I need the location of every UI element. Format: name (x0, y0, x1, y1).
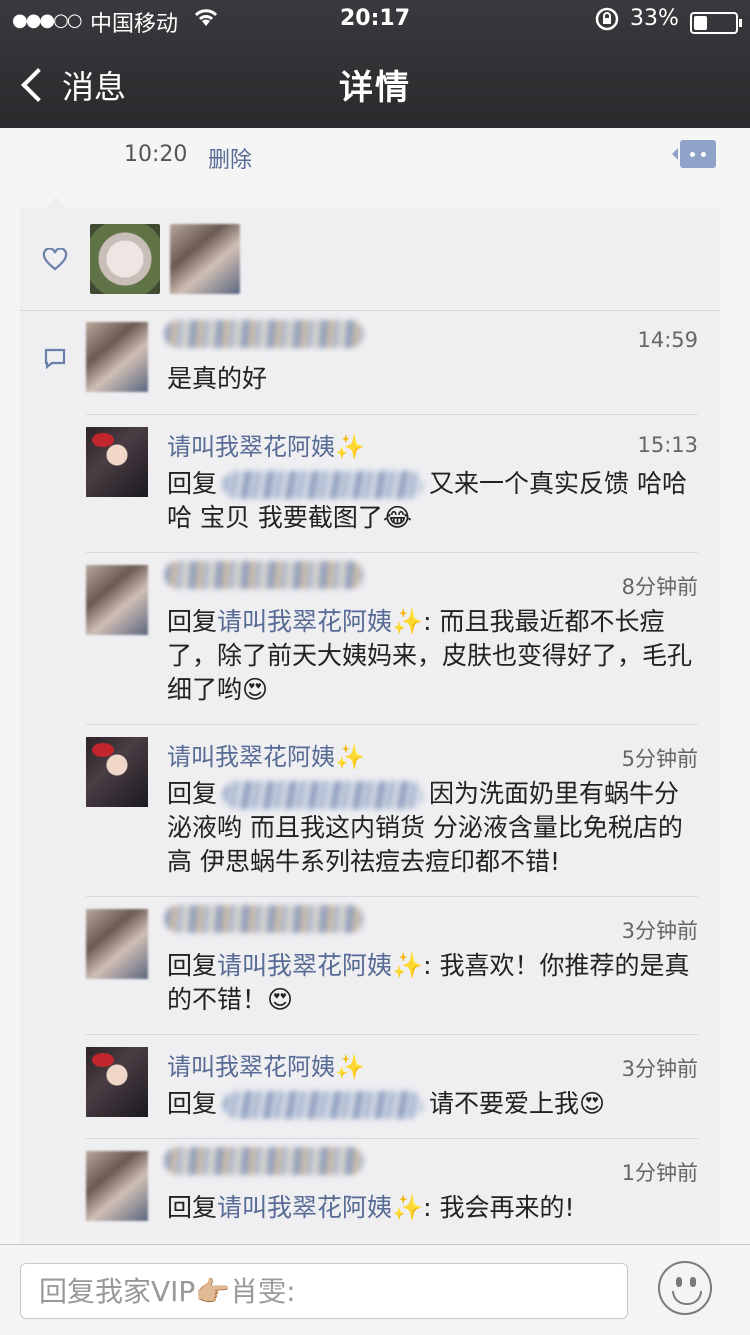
redacted-name (223, 781, 424, 809)
commenter-name[interactable]: 请叫我翠花阿姨✨ (167, 427, 365, 462)
reply-input-bar: 回复我家VIP👉🏼肖雯: (0, 1244, 750, 1335)
eye-icon (676, 1277, 682, 1287)
reply-prefix: 回复 (167, 951, 218, 980)
comment-time: 15:13 (637, 433, 698, 457)
reply-input[interactable]: 回复我家VIP👉🏼肖雯: (20, 1263, 628, 1319)
comment-icon (44, 348, 66, 370)
comment-body: 请不要爱上我😍 (429, 1089, 606, 1118)
comment-item[interactable]: 请叫我翠花阿姨✨ 5分钟前 回复 因为洗面奶里有蜗牛分泌液哟 而且我这内销货 分泌… (86, 724, 698, 897)
comment-time: 3分钟前 (621, 919, 698, 943)
likes-comments-panel: 14:59 是真的好 请叫我翠花阿姨✨ 15:13 回复 又来一个真实反馈 哈哈哈… (20, 196, 720, 1244)
reply-to-name[interactable]: 请叫我翠花阿姨✨ (217, 951, 423, 980)
page-title: 详情 (339, 68, 411, 108)
comment-text: 回复请叫我翠花阿姨✨: 我会再来的! (167, 1191, 699, 1225)
comment-time: 14:59 (637, 328, 698, 352)
dot-icon (701, 152, 706, 157)
avatar[interactable] (86, 1151, 148, 1221)
reply-prefix: 回复 (167, 469, 218, 498)
comment-item[interactable]: 8分钟前 回复请叫我翠花阿姨✨: 而且我最近都不长痘了，除了前天大姨妈来，皮肤也… (86, 552, 698, 725)
commenter-name[interactable]: 请叫我翠花阿姨✨ (167, 737, 365, 772)
rotation-lock-icon (594, 6, 620, 38)
avatar[interactable] (86, 909, 148, 979)
battery-icon (690, 12, 742, 34)
reply-prefix: 回复 (167, 1089, 218, 1118)
redacted-name (164, 1147, 364, 1175)
reply-to-name[interactable]: 请叫我翠花阿姨✨ (217, 607, 423, 636)
comment-text: 回复请叫我翠花阿姨✨: 我喜欢！你推荐的是真的不错！😍 (167, 949, 699, 1017)
reply-prefix: 回复 (167, 1193, 218, 1222)
heart-icon (42, 248, 68, 271)
post-time: 10:20 (124, 142, 188, 167)
dot-icon (690, 152, 695, 157)
commenter-name[interactable]: 请叫我翠花阿姨✨ (167, 1047, 365, 1082)
likes-row (20, 208, 720, 311)
comment-text: 是真的好 (167, 364, 268, 393)
comment-text: 回复 因为洗面奶里有蜗牛分泌液哟 而且我这内销货 分泌液含量比免税店的高 伊思蜗牛… (167, 777, 699, 879)
comment-time: 1分钟前 (621, 1161, 698, 1185)
avatar[interactable] (86, 737, 148, 807)
mouth-icon (672, 1291, 702, 1305)
comment-item[interactable]: 请叫我翠花阿姨✨ 15:13 回复 又来一个真实反馈 哈哈哈 宝贝 我要截图了😂 (86, 414, 698, 553)
redacted-name (164, 320, 364, 348)
comment-body: : 我会再来的! (423, 1193, 575, 1222)
comment-time: 5分钟前 (621, 747, 698, 771)
liker-avatar[interactable] (90, 224, 160, 294)
comment-action-button[interactable] (672, 140, 716, 168)
comment-item[interactable]: 3分钟前 回复请叫我翠花阿姨✨: 我喜欢！你推荐的是真的不错！😍 (86, 896, 698, 1035)
reply-prefix: 回复 (167, 607, 218, 636)
status-bar: ●●●○○ 中国移动 20:17 33% (0, 0, 750, 40)
reply-prefix: 回复 (167, 779, 218, 808)
liker-avatar[interactable] (170, 224, 240, 294)
avatar[interactable] (86, 322, 148, 392)
comment-item[interactable]: 1分钟前 回复请叫我翠花阿姨✨: 我会再来的! (86, 1138, 698, 1243)
reply-to-name[interactable]: 请叫我翠花阿姨✨ (217, 1193, 423, 1222)
redacted-name (223, 1091, 424, 1119)
redacted-name (164, 905, 364, 933)
comment-text: 回复请叫我翠花阿姨✨: 而且我最近都不长痘了，除了前天大姨妈来，皮肤也变得好了，… (167, 605, 699, 707)
battery-level (694, 16, 707, 30)
comment-text: 回复 请不要爱上我😍 (167, 1087, 699, 1121)
redacted-name (223, 471, 424, 499)
comment-time: 3分钟前 (621, 1057, 698, 1081)
eye-icon (690, 1277, 696, 1287)
emoji-button[interactable] (658, 1261, 712, 1315)
battery-percent: 33% (630, 6, 679, 31)
nav-header: ●●●○○ 中国移动 20:17 33% 消息 详情 (0, 0, 750, 128)
comment-time: 8分钟前 (621, 575, 698, 599)
redacted-name (164, 561, 364, 589)
comment-item[interactable]: 请叫我翠花阿姨✨ 3分钟前 回复 请不要爱上我😍 (86, 1034, 698, 1139)
comment-text: 回复 又来一个真实反馈 哈哈哈 宝贝 我要截图了😂 (167, 467, 699, 535)
comment-item[interactable]: 14:59 是真的好 (86, 310, 698, 414)
delete-button[interactable]: 删除 (208, 142, 252, 174)
avatar[interactable] (86, 1047, 148, 1117)
avatar[interactable] (86, 565, 148, 635)
avatar[interactable] (86, 427, 148, 497)
